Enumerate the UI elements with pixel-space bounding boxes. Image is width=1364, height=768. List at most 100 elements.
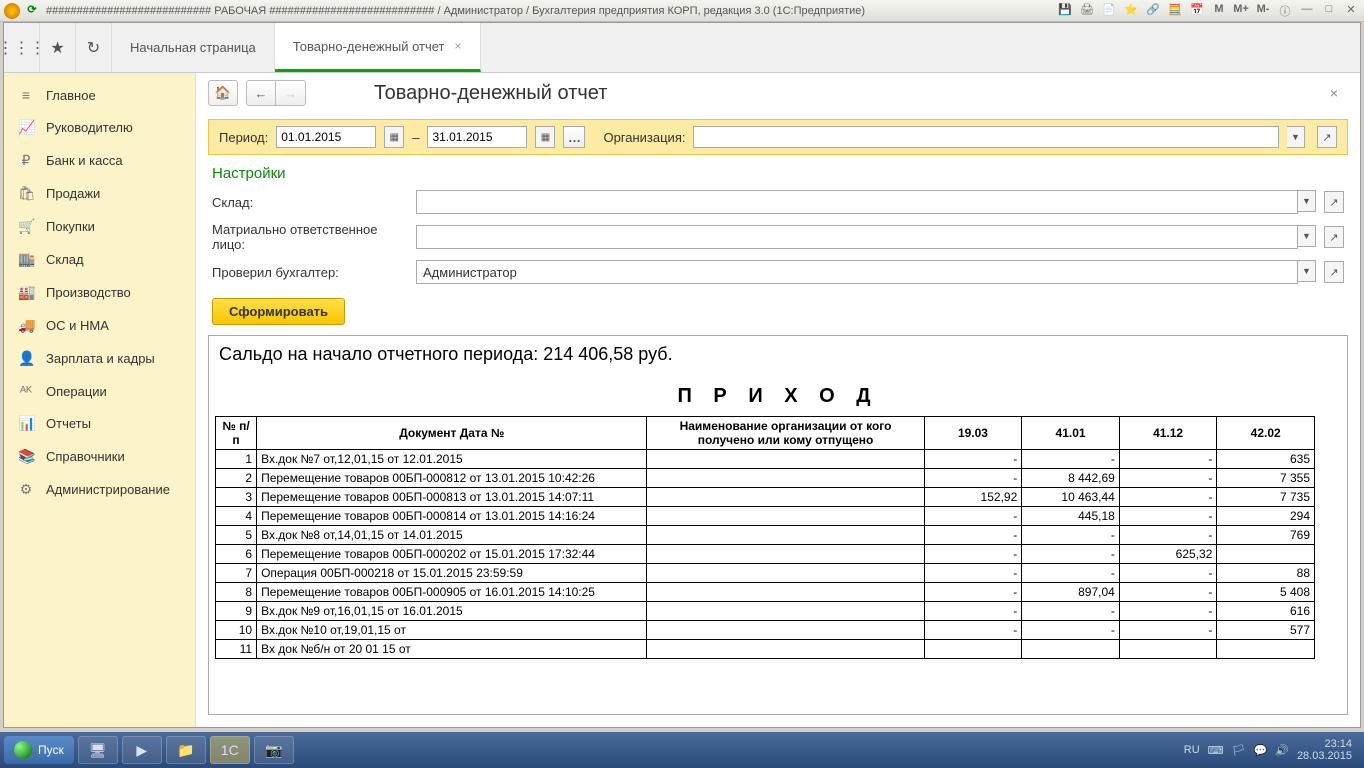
accountant-label: Проверил бухгалтер: <box>212 265 412 280</box>
mol-dropdown-icon[interactable]: ▼ <box>1298 225 1316 247</box>
accountant-dropdown-icon[interactable]: ▼ <box>1298 260 1316 282</box>
calendar-to-icon[interactable]: ▦ <box>535 126 555 148</box>
sidebar-item-6[interactable]: 🏭Производство <box>4 276 195 309</box>
table-row[interactable]: 7Операция 00БП-000218 от 15.01.2015 23:5… <box>216 564 1315 583</box>
sidebar-item-2[interactable]: ₽Банк и касса <box>4 144 195 177</box>
th-num: № п/п <box>216 417 257 450</box>
table-row[interactable]: 3Перемещение товаров 00БП-000813 от 13.0… <box>216 488 1315 507</box>
taskbar-item-4[interactable]: 1C <box>210 736 250 764</box>
date-from-input[interactable] <box>276 126 376 148</box>
period-dash: – <box>412 130 419 145</box>
sidebar-item-1[interactable]: 📈 Руководителю <box>4 111 195 144</box>
tab-close-icon[interactable]: × <box>455 39 462 53</box>
tab-report-label: Товарно-денежный отчет <box>293 39 445 54</box>
close-window-icon[interactable]: ✕ <box>1342 3 1360 19</box>
tab-report[interactable]: Товарно-денежный отчет × <box>275 23 481 72</box>
taskbar-item-1[interactable]: 🖥 <box>78 736 118 764</box>
tray-chat-icon[interactable]: 💬 <box>1254 744 1268 757</box>
sidebar-item-11[interactable]: 📚Справочники <box>4 440 195 473</box>
sidebar-item-9[interactable]: ᴬᴷОперации <box>4 375 195 407</box>
sidebar-item-10[interactable]: 📊Отчеты <box>4 407 195 440</box>
table-row[interactable]: 5Вх.док №8 от,14,01,15 от 14.01.2015---7… <box>216 526 1315 545</box>
save-icon[interactable]: 💾 <box>1056 3 1074 19</box>
sidebar-label: Банк и касса <box>46 153 123 168</box>
mol-input[interactable] <box>416 225 1298 249</box>
table-row[interactable]: 11Вх док №б/н от 20 01 15 от <box>216 640 1315 659</box>
sidebar-item-3[interactable]: 🛍 Продажи <box>4 177 195 210</box>
tray-volume-icon[interactable]: 🔊 <box>1275 744 1289 757</box>
maximize-icon[interactable]: □ <box>1320 3 1338 19</box>
sidebar-label: Склад <box>46 252 84 267</box>
page-title: Товарно-денежный отчет <box>374 82 607 105</box>
sidebar-icon: 🏬 <box>18 251 34 268</box>
form-button[interactable]: Сформировать <box>212 298 345 325</box>
org-open-icon[interactable]: ↗ <box>1317 126 1337 148</box>
sidebar-icon: 🛒 <box>18 218 34 235</box>
th-org: Наименование организации от кого получен… <box>647 417 924 450</box>
table-row[interactable]: 9Вх.док №9 от,16,01,15 от 16.01.2015---6… <box>216 602 1315 621</box>
warehouse-dropdown-icon[interactable]: ▼ <box>1298 190 1316 212</box>
forward-button[interactable]: → <box>276 80 306 106</box>
apps-grid-icon[interactable]: ⋮⋮⋮ <box>4 23 40 72</box>
start-button[interactable]: Пуск <box>4 736 74 764</box>
sidebar-icon: 📈 <box>18 119 34 136</box>
m-plus-button[interactable]: M+ <box>1232 3 1250 19</box>
report-frame[interactable]: Сальдо на начало отчетного периода: 214 … <box>208 335 1348 715</box>
sidebar-icon: 🛍 <box>18 185 34 202</box>
favorites-icon[interactable]: ★ <box>40 23 76 72</box>
back-button[interactable]: ← <box>246 80 276 106</box>
table-row[interactable]: 1Вх.док №7 от,12,01,15 от 12.01.2015---6… <box>216 450 1315 469</box>
org-dropdown-icon[interactable]: ▼ <box>1287 126 1305 148</box>
calendar-from-icon[interactable]: ▦ <box>384 126 404 148</box>
sidebar-item-0[interactable]: ≡Главное <box>4 79 195 111</box>
tray-flag-icon[interactable]: 🏳 <box>1232 744 1246 757</box>
star-icon[interactable]: ⭐ <box>1122 3 1140 19</box>
sidebar-label: Руководителю <box>46 120 133 135</box>
taskbar-item-2[interactable]: ▶ <box>122 736 162 764</box>
warehouse-input[interactable] <box>416 190 1298 214</box>
sidebar-item-8[interactable]: 👤Зарплата и кадры <box>4 342 195 375</box>
period-picker-button[interactable]: … <box>563 126 585 148</box>
sidebar-item-4[interactable]: 🛒Покупки <box>4 210 195 243</box>
refresh-icon[interactable]: ⟳ <box>24 3 40 19</box>
table-row[interactable]: 10Вх.док №10 от,19,01,15 от---577 <box>216 621 1315 640</box>
sidebar-item-7[interactable]: 🚚ОС и НМА <box>4 309 195 342</box>
tray-date: 28.03.2015 <box>1297 750 1352 762</box>
table-row[interactable]: 8Перемещение товаров 00БП-000905 от 16.0… <box>216 583 1315 602</box>
taskbar-item-5[interactable]: 📷 <box>254 736 294 764</box>
sidebar-item-5[interactable]: 🏬 Склад <box>4 243 195 276</box>
date-to-input[interactable] <box>427 126 527 148</box>
accountant-input[interactable]: Администратор <box>416 260 1298 284</box>
accountant-open-icon[interactable]: ↗ <box>1324 261 1344 283</box>
lang-indicator[interactable]: RU <box>1184 744 1200 756</box>
history-icon[interactable]: ↻ <box>76 23 112 72</box>
doc-icon[interactable]: 📄 <box>1100 3 1118 19</box>
info-icon[interactable]: ⓘ <box>1276 3 1294 19</box>
home-button[interactable]: 🏠 <box>208 80 238 106</box>
tab-home[interactable]: Начальная страница <box>112 23 275 72</box>
org-input[interactable] <box>693 126 1279 148</box>
close-page-icon[interactable]: × <box>1330 85 1338 101</box>
minimize-icon[interactable]: — <box>1298 3 1316 19</box>
sidebar-item-12[interactable]: ⚙Администрирование <box>4 473 195 506</box>
calendar-icon[interactable]: 📅 <box>1188 3 1206 19</box>
tray-clock[interactable]: 23:14 28.03.2015 <box>1297 738 1352 762</box>
calc-icon[interactable]: 🧮 <box>1166 3 1184 19</box>
table-row[interactable]: 4Перемещение товаров 00БП-000814 от 13.0… <box>216 507 1315 526</box>
sidebar-label: Продажи <box>46 186 100 201</box>
mol-open-icon[interactable]: ↗ <box>1324 226 1344 248</box>
settings-title: Настройки <box>196 155 1360 186</box>
th-doc: Документ Дата № <box>257 417 647 450</box>
warehouse-open-icon[interactable]: ↗ <box>1324 191 1344 213</box>
m-button[interactable]: M <box>1210 3 1228 19</box>
window-title: ########################### РАБОЧАЯ ####… <box>46 5 1056 17</box>
tray-keyboard-icon[interactable]: ⌨ <box>1208 744 1224 757</box>
sidebar-icon: ≡ <box>18 87 34 103</box>
taskbar-item-3[interactable]: 📁 <box>166 736 206 764</box>
link-icon[interactable]: 🔗 <box>1144 3 1162 19</box>
print-icon[interactable]: 🖨 <box>1078 3 1096 19</box>
titlebar-tools: 💾 🖨 📄 ⭐ 🔗 🧮 📅 M M+ M- ⓘ — □ ✕ <box>1056 3 1360 19</box>
table-row[interactable]: 6Перемещение товаров 00БП-000202 от 15.0… <box>216 545 1315 564</box>
table-row[interactable]: 2Перемещение товаров 00БП-000812 от 13.0… <box>216 469 1315 488</box>
m-minus-button[interactable]: M- <box>1254 3 1272 19</box>
